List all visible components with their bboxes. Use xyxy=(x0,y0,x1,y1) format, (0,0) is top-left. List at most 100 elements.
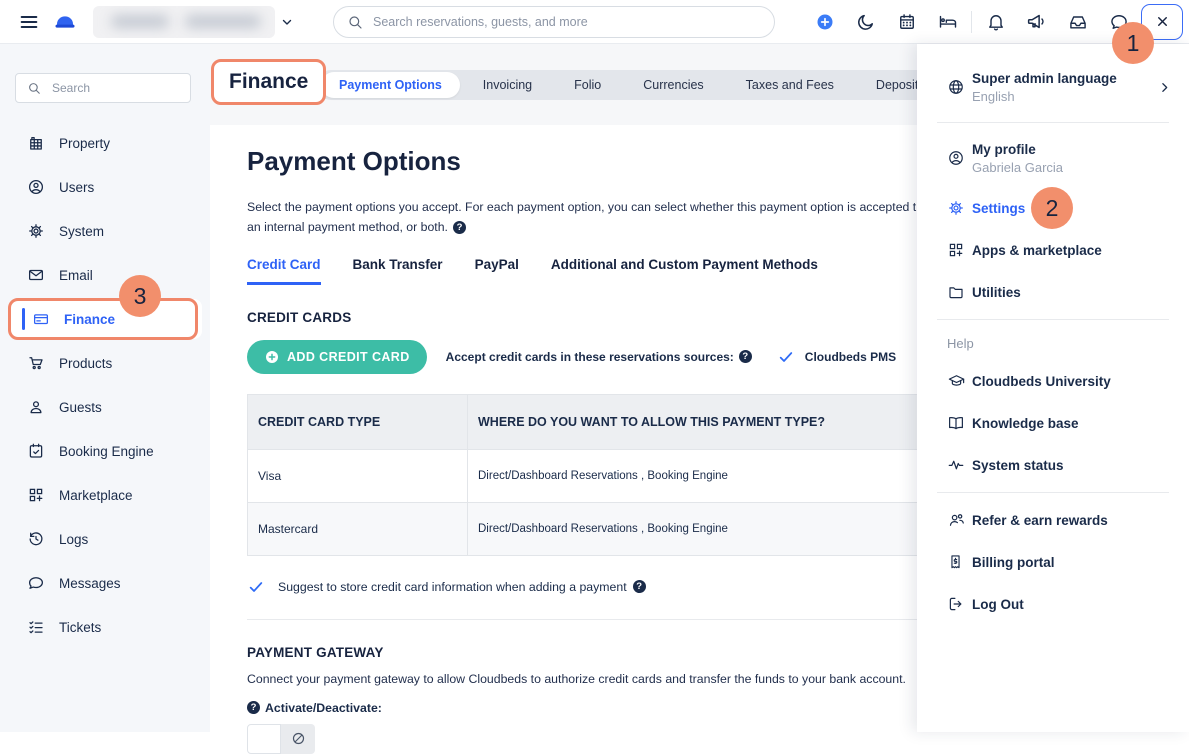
user-circle-icon xyxy=(27,178,45,196)
credit-card-icon xyxy=(32,310,50,328)
toggle-off-segment[interactable] xyxy=(281,724,315,754)
menu-section-help: Help xyxy=(917,326,1189,360)
search-icon xyxy=(27,81,41,95)
menu-item-billing-portal[interactable]: Billing portal xyxy=(917,541,1189,583)
menu-item-my-profile[interactable]: My profile Gabriela Garcia xyxy=(917,129,1189,187)
tab-taxes-and-fees[interactable]: Taxes and Fees xyxy=(725,70,855,100)
sidebar-item-label: Users xyxy=(59,180,94,195)
sidebar-item-label: System xyxy=(59,224,104,239)
sidebar-item-logs[interactable]: Logs xyxy=(0,517,210,561)
sidebar-item-label: Booking Engine xyxy=(59,444,154,459)
menu-item-knowledge-base[interactable]: Knowledge base xyxy=(917,402,1189,444)
menu-item-title: Refer & earn rewards xyxy=(972,513,1108,528)
tab-currencies[interactable]: Currencies xyxy=(622,70,724,100)
sidebar-item-label: Products xyxy=(59,356,112,371)
people-icon xyxy=(947,511,972,529)
search-input[interactable] xyxy=(371,14,761,30)
history-icon xyxy=(27,530,45,548)
sidebar-item-label: Messages xyxy=(59,576,121,591)
inbox-tray-icon[interactable] xyxy=(1057,4,1098,40)
sidebar-item-finance[interactable]: Finance xyxy=(8,299,202,339)
sidebar-item-booking-engine[interactable]: Booking Engine xyxy=(0,429,210,473)
sidebar-item-products[interactable]: Products xyxy=(0,341,210,385)
user-menu-panel: Super admin language English My profile … xyxy=(917,44,1189,732)
gear-icon xyxy=(947,199,972,217)
menu-item-apps-marketplace[interactable]: Apps & marketplace xyxy=(917,229,1189,271)
help-icon[interactable]: ? xyxy=(247,701,260,714)
menu-item-subtitle: Gabriela Garcia xyxy=(972,160,1063,175)
menu-item-title: Super admin language xyxy=(972,71,1117,86)
toggle-on-segment[interactable] xyxy=(247,724,281,754)
gear-icon xyxy=(27,222,45,240)
quick-add-icon[interactable] xyxy=(804,4,845,40)
add-credit-card-button[interactable]: ADD CREDIT CARD xyxy=(247,340,427,374)
globe-icon xyxy=(947,78,972,96)
property-selector[interactable] xyxy=(93,6,275,38)
finance-tab-bar: Payment Options Invoicing Folio Currenci… xyxy=(316,70,949,100)
menu-item-cloudbeds-university[interactable]: Cloudbeds University xyxy=(917,360,1189,402)
close-menu-button[interactable] xyxy=(1141,4,1183,40)
sidebar-item-users[interactable]: Users xyxy=(0,165,210,209)
menu-item-title: Settings xyxy=(972,201,1025,216)
menu-item-language[interactable]: Super admin language English xyxy=(917,58,1189,116)
sidebar-item-tickets[interactable]: Tickets xyxy=(0,605,210,649)
sidebar-item-messages[interactable]: Messages xyxy=(0,561,210,605)
open-book-icon xyxy=(947,414,972,432)
menu-divider xyxy=(937,122,1169,123)
menu-item-utilities[interactable]: Utilities xyxy=(917,271,1189,313)
help-icon[interactable]: ? xyxy=(453,221,466,234)
sidebar-item-label: Finance xyxy=(64,312,115,327)
menu-item-title: My profile xyxy=(972,142,1063,157)
plus-circle-icon xyxy=(264,349,280,365)
night-audit-moon-icon[interactable] xyxy=(845,4,886,40)
settings-sidebar: Property Users System Email Finance Prod… xyxy=(0,44,210,732)
sidebar-item-property[interactable]: Property xyxy=(0,121,210,165)
notifications-bell-icon[interactable] xyxy=(975,4,1016,40)
menu-divider xyxy=(937,492,1169,493)
pulse-icon xyxy=(947,456,972,474)
gateway-toggle[interactable] xyxy=(247,724,315,754)
tab-additional-methods[interactable]: Additional and Custom Payment Methods xyxy=(551,257,818,285)
tab-paypal[interactable]: PayPal xyxy=(475,257,519,285)
tab-invoicing[interactable]: Invoicing xyxy=(462,70,553,100)
top-bar xyxy=(0,0,1189,44)
sidebar-search-input[interactable] xyxy=(50,80,179,96)
sidebar-item-label: Logs xyxy=(59,532,88,547)
graduation-cap-icon xyxy=(947,372,972,390)
help-icon[interactable]: ? xyxy=(633,580,646,593)
room-bed-icon[interactable] xyxy=(927,4,968,40)
slash-circle-icon xyxy=(291,731,306,746)
chevron-down-icon[interactable] xyxy=(280,15,294,29)
sidebar-item-system[interactable]: System xyxy=(0,209,210,253)
source-cloudbeds-pms[interactable]: Cloudbeds PMS xyxy=(777,349,896,365)
receipt-icon xyxy=(947,553,972,571)
menu-item-refer-earn[interactable]: Refer & earn rewards xyxy=(917,499,1189,541)
menu-item-title: System status xyxy=(972,458,1064,473)
menu-item-settings[interactable]: Settings xyxy=(917,187,1189,229)
topbar-divider xyxy=(971,11,972,33)
help-icon[interactable]: ? xyxy=(739,350,752,363)
menu-item-log-out[interactable]: Log Out xyxy=(917,583,1189,625)
menu-item-system-status[interactable]: System status xyxy=(917,444,1189,486)
menu-item-title: Knowledge base xyxy=(972,416,1079,431)
announcements-megaphone-icon[interactable] xyxy=(1016,4,1057,40)
grid-plus-icon xyxy=(27,486,45,504)
hamburger-menu-icon[interactable] xyxy=(18,11,40,33)
chat-support-icon[interactable] xyxy=(1098,4,1139,40)
tab-credit-card[interactable]: Credit Card xyxy=(247,257,321,285)
sidebar-item-marketplace[interactable]: Marketplace xyxy=(0,473,210,517)
tab-bank-transfer[interactable]: Bank Transfer xyxy=(353,257,443,285)
cart-icon xyxy=(27,354,45,372)
check-icon xyxy=(777,349,795,365)
logout-icon xyxy=(947,595,972,613)
sidebar-search xyxy=(15,73,191,103)
calendar-icon[interactable] xyxy=(886,4,927,40)
sidebar-item-email[interactable]: Email xyxy=(0,253,210,297)
sidebar-item-label: Marketplace xyxy=(59,488,133,503)
sidebar-item-guests[interactable]: Guests xyxy=(0,385,210,429)
tab-payment-options[interactable]: Payment Options xyxy=(321,72,460,98)
cloudbeds-logo-icon[interactable] xyxy=(52,10,78,34)
tab-folio[interactable]: Folio xyxy=(553,70,622,100)
search-icon xyxy=(347,14,363,30)
accept-sources-label: Accept credit cards in these reservation… xyxy=(446,350,752,364)
